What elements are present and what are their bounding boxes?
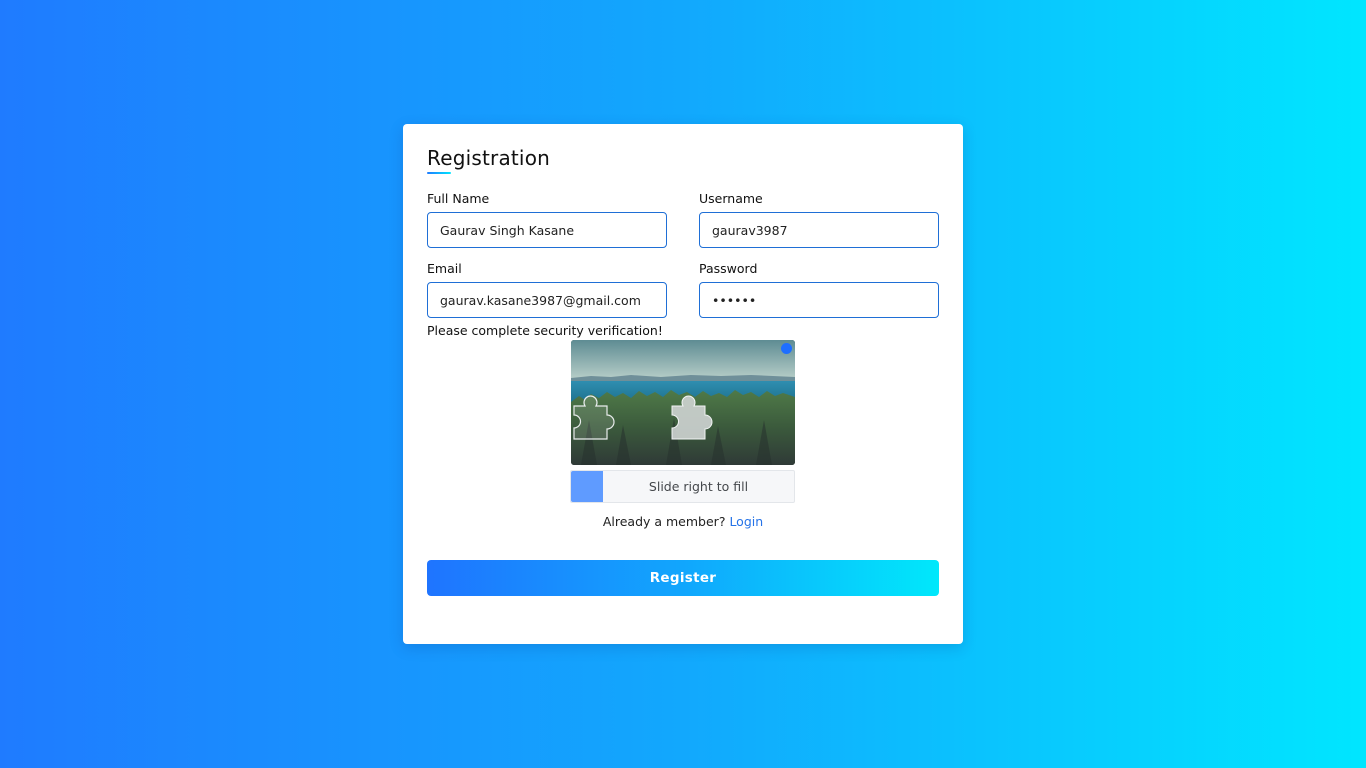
full-name-input[interactable] (427, 212, 667, 248)
register-button[interactable]: Register (427, 560, 939, 596)
registration-card: Registration Full Name Username Email Pa… (403, 124, 963, 644)
captcha-slider-handle[interactable] (571, 471, 603, 502)
login-prompt-text: Already a member? (602, 514, 726, 529)
login-prompt: Already a member? Login (403, 514, 963, 529)
title-underline (427, 172, 451, 174)
form-title: Registration (427, 146, 551, 170)
refresh-dot-icon[interactable] (781, 343, 792, 354)
security-notice: Please complete security verification! (427, 323, 663, 338)
captcha-slider-track[interactable]: Slide right to fill (570, 470, 795, 503)
username-input[interactable] (699, 212, 939, 248)
email-label: Email (427, 261, 462, 276)
password-input[interactable] (699, 282, 939, 318)
captcha-image (571, 340, 795, 465)
captcha-slider-text: Slide right to fill (648, 479, 749, 494)
password-label: Password (699, 261, 758, 276)
login-link[interactable]: Login (729, 514, 763, 529)
username-label: Username (699, 191, 763, 206)
full-name-label: Full Name (427, 191, 490, 206)
email-input[interactable] (427, 282, 667, 318)
captcha-landscape (571, 340, 795, 465)
